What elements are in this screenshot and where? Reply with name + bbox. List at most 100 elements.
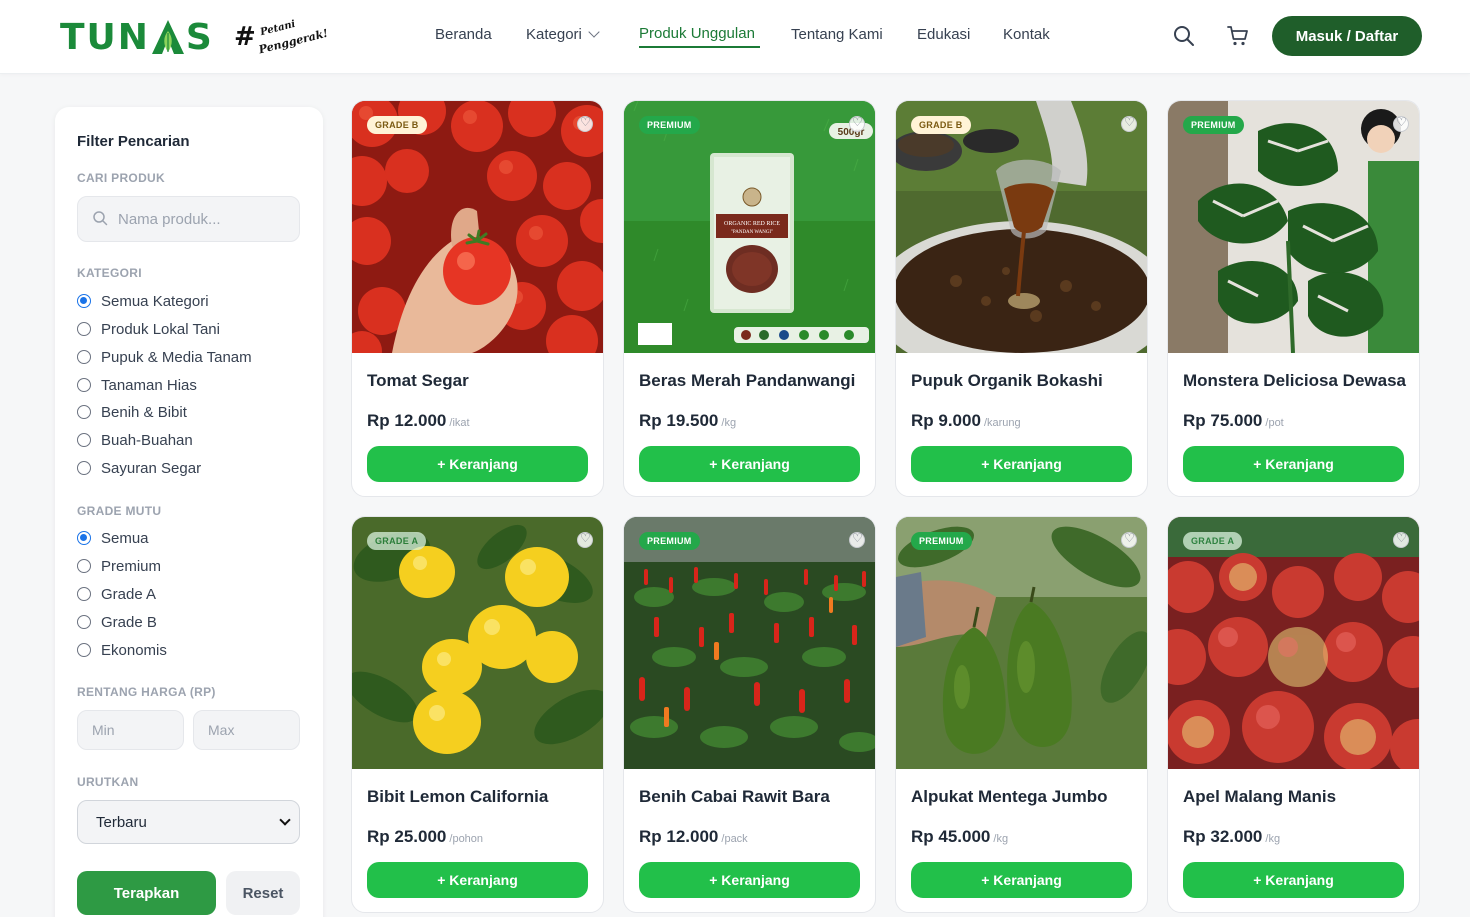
product-name[interactable]: Beras Merah Pandanwangi <box>639 371 855 391</box>
product-name[interactable]: Apel Malang Manis <box>1183 787 1336 807</box>
site-header: TUN S # Petani Penggerak! Beranda Katego… <box>0 0 1470 74</box>
add-to-cart-button[interactable]: + Keranjang <box>639 446 860 482</box>
radio[interactable] <box>77 350 91 364</box>
product-name[interactable]: Pupuk Organik Bokashi <box>911 371 1103 391</box>
price-amount: Rp 75.000 <box>1183 411 1263 430</box>
add-to-cart-button[interactable]: + Keranjang <box>367 862 588 898</box>
add-to-cart-button[interactable]: + Keranjang <box>1183 446 1404 482</box>
nav-produk-unggulan[interactable]: Produk Unggulan <box>639 25 755 42</box>
search-icon[interactable] <box>1172 24 1196 48</box>
grade-option-semua[interactable]: Semua <box>77 528 149 548</box>
reset-filter-button[interactable]: Reset <box>226 871 300 915</box>
product-image-bokashi-fertilizer[interactable]: GRADE B <box>896 101 1147 353</box>
category-option-buah[interactable]: Buah-Buahan <box>77 430 193 450</box>
radio[interactable] <box>77 322 91 336</box>
product-card[interactable]: GRADE B Tomat Segar Rp 12.000/ikat + Ker… <box>351 100 604 497</box>
grade-option-grade-a[interactable]: Grade A <box>77 584 156 604</box>
product-image-monstera-plant[interactable]: PREMIUM <box>1168 101 1419 353</box>
product-card[interactable]: GRADE B Pupuk Organik Bokashi Rp 9.000/k… <box>895 100 1148 497</box>
product-price: Rp 25.000/pohon <box>367 827 483 847</box>
nav-tentang-kami[interactable]: Tentang Kami <box>791 26 883 43</box>
product-card[interactable]: PREMIUM Monstera Deliciosa Dewasa Rp 75.… <box>1167 100 1420 497</box>
heart-icon[interactable] <box>1393 531 1409 548</box>
category-option-produk-lokal[interactable]: Produk Lokal Tani <box>77 319 220 339</box>
product-search <box>77 196 300 242</box>
product-card[interactable]: GRADE A Apel Malang Manis Rp 32.000/kg +… <box>1167 516 1420 913</box>
price-range-label: RENTANG HARGA (RP) <box>77 685 216 699</box>
grade-badge: GRADE B <box>911 116 971 134</box>
tagline-hash: # <box>234 22 256 52</box>
logo[interactable]: TUN S <box>60 14 214 60</box>
product-image-avocados[interactable]: PREMIUM <box>896 517 1147 769</box>
category-option-benih[interactable]: Benih & Bibit <box>77 402 187 422</box>
category-option-all[interactable]: Semua Kategori <box>77 291 209 311</box>
heart-icon[interactable] <box>577 115 593 132</box>
sort-select[interactable]: Terbaru <box>77 800 300 844</box>
nav-beranda[interactable]: Beranda <box>435 26 492 43</box>
sort-label: URUTKAN <box>77 775 139 789</box>
product-card[interactable]: PREMIUM Alpukat Mentega Jumbo Rp 45.000/… <box>895 516 1148 913</box>
add-to-cart-button[interactable]: + Keranjang <box>911 862 1132 898</box>
cart-icon[interactable] <box>1226 24 1250 48</box>
price-max-input[interactable] <box>193 710 300 750</box>
product-name[interactable]: Bibit Lemon California <box>367 787 548 807</box>
active-nav-underline <box>639 46 760 48</box>
add-to-cart-button[interactable]: + Keranjang <box>1183 862 1404 898</box>
radio[interactable] <box>77 433 91 447</box>
add-to-cart-button[interactable]: + Keranjang <box>639 862 860 898</box>
package-subtext: "PANDAN WANGI" <box>731 230 773 235</box>
apply-filter-button[interactable]: Terapkan <box>77 871 216 915</box>
price-min-input[interactable] <box>77 710 184 750</box>
grade-option-ekonomis[interactable]: Ekonomis <box>77 640 167 660</box>
nav-kontak[interactable]: Kontak <box>1003 26 1050 43</box>
category-option-tanaman-hias[interactable]: Tanaman Hias <box>77 375 197 395</box>
add-to-cart-button[interactable]: + Keranjang <box>911 446 1132 482</box>
radio[interactable] <box>77 559 91 573</box>
radio-checked[interactable] <box>77 531 91 545</box>
login-register-button[interactable]: Masuk / Daftar <box>1272 16 1422 56</box>
grade-badge: PREMIUM <box>911 532 972 550</box>
product-name[interactable]: Benih Cabai Rawit Bara <box>639 787 830 807</box>
product-name[interactable]: Monstera Deliciosa Dewasa <box>1183 371 1406 391</box>
radio[interactable] <box>77 378 91 392</box>
add-to-cart-button[interactable]: + Keranjang <box>367 446 588 482</box>
price-unit: /pot <box>1265 417 1284 429</box>
product-name[interactable]: Tomat Segar <box>367 371 469 391</box>
product-image-tomatoes[interactable]: GRADE B <box>352 101 603 353</box>
grade-option-grade-b[interactable]: Grade B <box>77 612 157 632</box>
product-name[interactable]: Alpukat Mentega Jumbo <box>911 787 1107 807</box>
heart-icon[interactable] <box>1121 531 1137 548</box>
category-option-sayuran[interactable]: Sayuran Segar <box>77 458 201 478</box>
radio-checked[interactable] <box>77 294 91 308</box>
product-image-red-rice-package[interactable]: ORGANIC RED RICE "PANDAN WANGI" 500gr PR… <box>624 101 875 353</box>
product-image-apples[interactable]: GRADE A <box>1168 517 1419 769</box>
grade-option-label: Grade A <box>101 585 157 603</box>
radio[interactable] <box>77 587 91 601</box>
radio[interactable] <box>77 615 91 629</box>
radio[interactable] <box>77 643 91 657</box>
nav-kategori[interactable]: Kategori <box>526 26 600 43</box>
heart-icon[interactable] <box>849 115 865 132</box>
grade-option-label: Ekonomis <box>101 641 167 659</box>
nav-edukasi[interactable]: Edukasi <box>917 26 970 43</box>
sort-selected-value: Terbaru <box>96 813 147 831</box>
grade-label: GRADE MUTU <box>77 504 162 518</box>
search-input[interactable] <box>118 197 293 241</box>
product-image-lemons[interactable]: GRADE A <box>352 517 603 769</box>
product-card[interactable]: PREMIUM Benih Cabai Rawit Bara Rp 12.000… <box>623 516 876 913</box>
product-card[interactable]: ORGANIC RED RICE "PANDAN WANGI" 500gr PR… <box>623 100 876 497</box>
grade-option-label: Premium <box>101 557 162 575</box>
price-unit: /kg <box>721 417 737 429</box>
search-label: CARI PRODUK <box>77 171 165 185</box>
chevron-down-icon <box>279 814 291 826</box>
product-card[interactable]: GRADE A Bibit Lemon California Rp 25.000… <box>351 516 604 913</box>
heart-icon[interactable] <box>1393 115 1409 132</box>
radio[interactable] <box>77 461 91 475</box>
radio[interactable] <box>77 405 91 419</box>
product-image-chili-plants[interactable]: PREMIUM <box>624 517 875 769</box>
heart-icon[interactable] <box>849 531 865 548</box>
heart-icon[interactable] <box>577 531 593 548</box>
heart-icon[interactable] <box>1121 115 1137 132</box>
category-option-pupuk[interactable]: Pupuk & Media Tanam <box>77 347 252 367</box>
grade-option-premium[interactable]: Premium <box>77 556 161 576</box>
